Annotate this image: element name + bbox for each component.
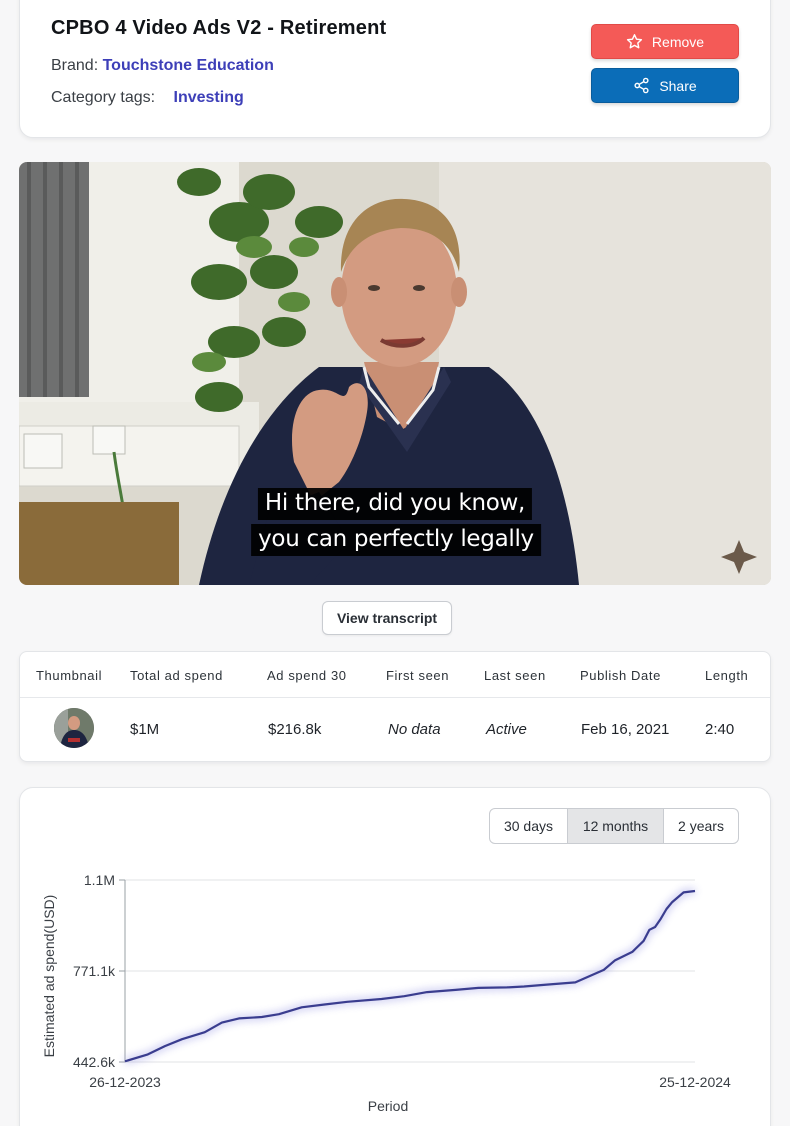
ad-info-card: CPBO 4 Video Ads V2 - Retirement Brand: … (19, 0, 771, 138)
table-header-row: Thumbnail Total ad spend Ad spend 30 Fir… (20, 652, 770, 698)
ad-spend-chart-card: 30 days 12 months 2 years 442.6k 771.1k 1.… (19, 787, 771, 1126)
ad-spend-30-value: $216.8k (268, 721, 322, 738)
x-axis-label: Period (368, 1098, 408, 1114)
total-ad-spend-value: $1M (130, 721, 160, 738)
video-player[interactable]: Hi there, did you know, you can perfectl… (19, 162, 771, 585)
brand-label: Brand: (51, 57, 99, 74)
share-button-label: Share (659, 77, 697, 94)
share-icon (634, 77, 649, 94)
category-tags-label: Category tags: (51, 89, 156, 106)
y-tick-label: 1.1M (84, 872, 115, 888)
series-line (124, 889, 696, 1063)
ad-title: CPBO 4 Video Ads V2 - Retirement (51, 17, 387, 39)
brand-row: Brand: Touchstone Education (51, 57, 274, 75)
category-tag-link[interactable]: Investing (174, 89, 244, 106)
publish-date-value: Feb 16, 2021 (581, 721, 670, 738)
column-header-last-seen: Last seen (484, 668, 546, 683)
ad-thumbnail[interactable] (54, 708, 94, 748)
column-header-publish-date: Publish Date (580, 668, 661, 683)
x-tick-label: 26-12-2023 (89, 1074, 161, 1090)
series-line-glow (124, 888, 696, 1065)
first-seen-value: No data (388, 721, 441, 738)
thumbnail-image (54, 708, 94, 748)
remove-button-label: Remove (651, 33, 705, 50)
star-icon (626, 34, 643, 49)
video-subtitle-line-1: Hi there, did you know, (257, 488, 533, 520)
column-header-length: Length (705, 668, 749, 683)
video-frame-image (19, 162, 771, 585)
video-subtitle-line-2: you can perfectly legally (251, 524, 541, 556)
column-header-total-ad-spend: Total ad spend (130, 668, 223, 683)
column-header-first-seen: First seen (386, 668, 450, 683)
column-header-thumbnail: Thumbnail (36, 668, 103, 683)
category-tags-row: Category tags: Investing (51, 89, 244, 107)
x-tick-label: 25-12-2024 (659, 1074, 731, 1090)
view-transcript-button[interactable]: View transcript (322, 601, 452, 635)
y-tick-label: 442.6k (73, 1054, 116, 1070)
column-header-ad-spend-30: Ad spend 30 (267, 668, 347, 683)
remove-button[interactable]: Remove (591, 24, 739, 59)
length-value: 2:40 (705, 721, 735, 738)
share-button[interactable]: Share (591, 68, 739, 103)
brand-link[interactable]: Touchstone Education (103, 57, 274, 74)
y-tick-label: 771.1k (73, 963, 116, 979)
ad-spend-line-chart: 442.6k 771.1k 1.1M 26-12-2023 25-12-2024 Peri… (41, 872, 731, 1114)
ad-stats-table: Thumbnail Total ad spend Ad spend 30 Fir… (19, 651, 771, 762)
last-seen-value: Active (486, 721, 527, 738)
y-axis-label: Estimated ad spend(USD) (41, 895, 57, 1058)
